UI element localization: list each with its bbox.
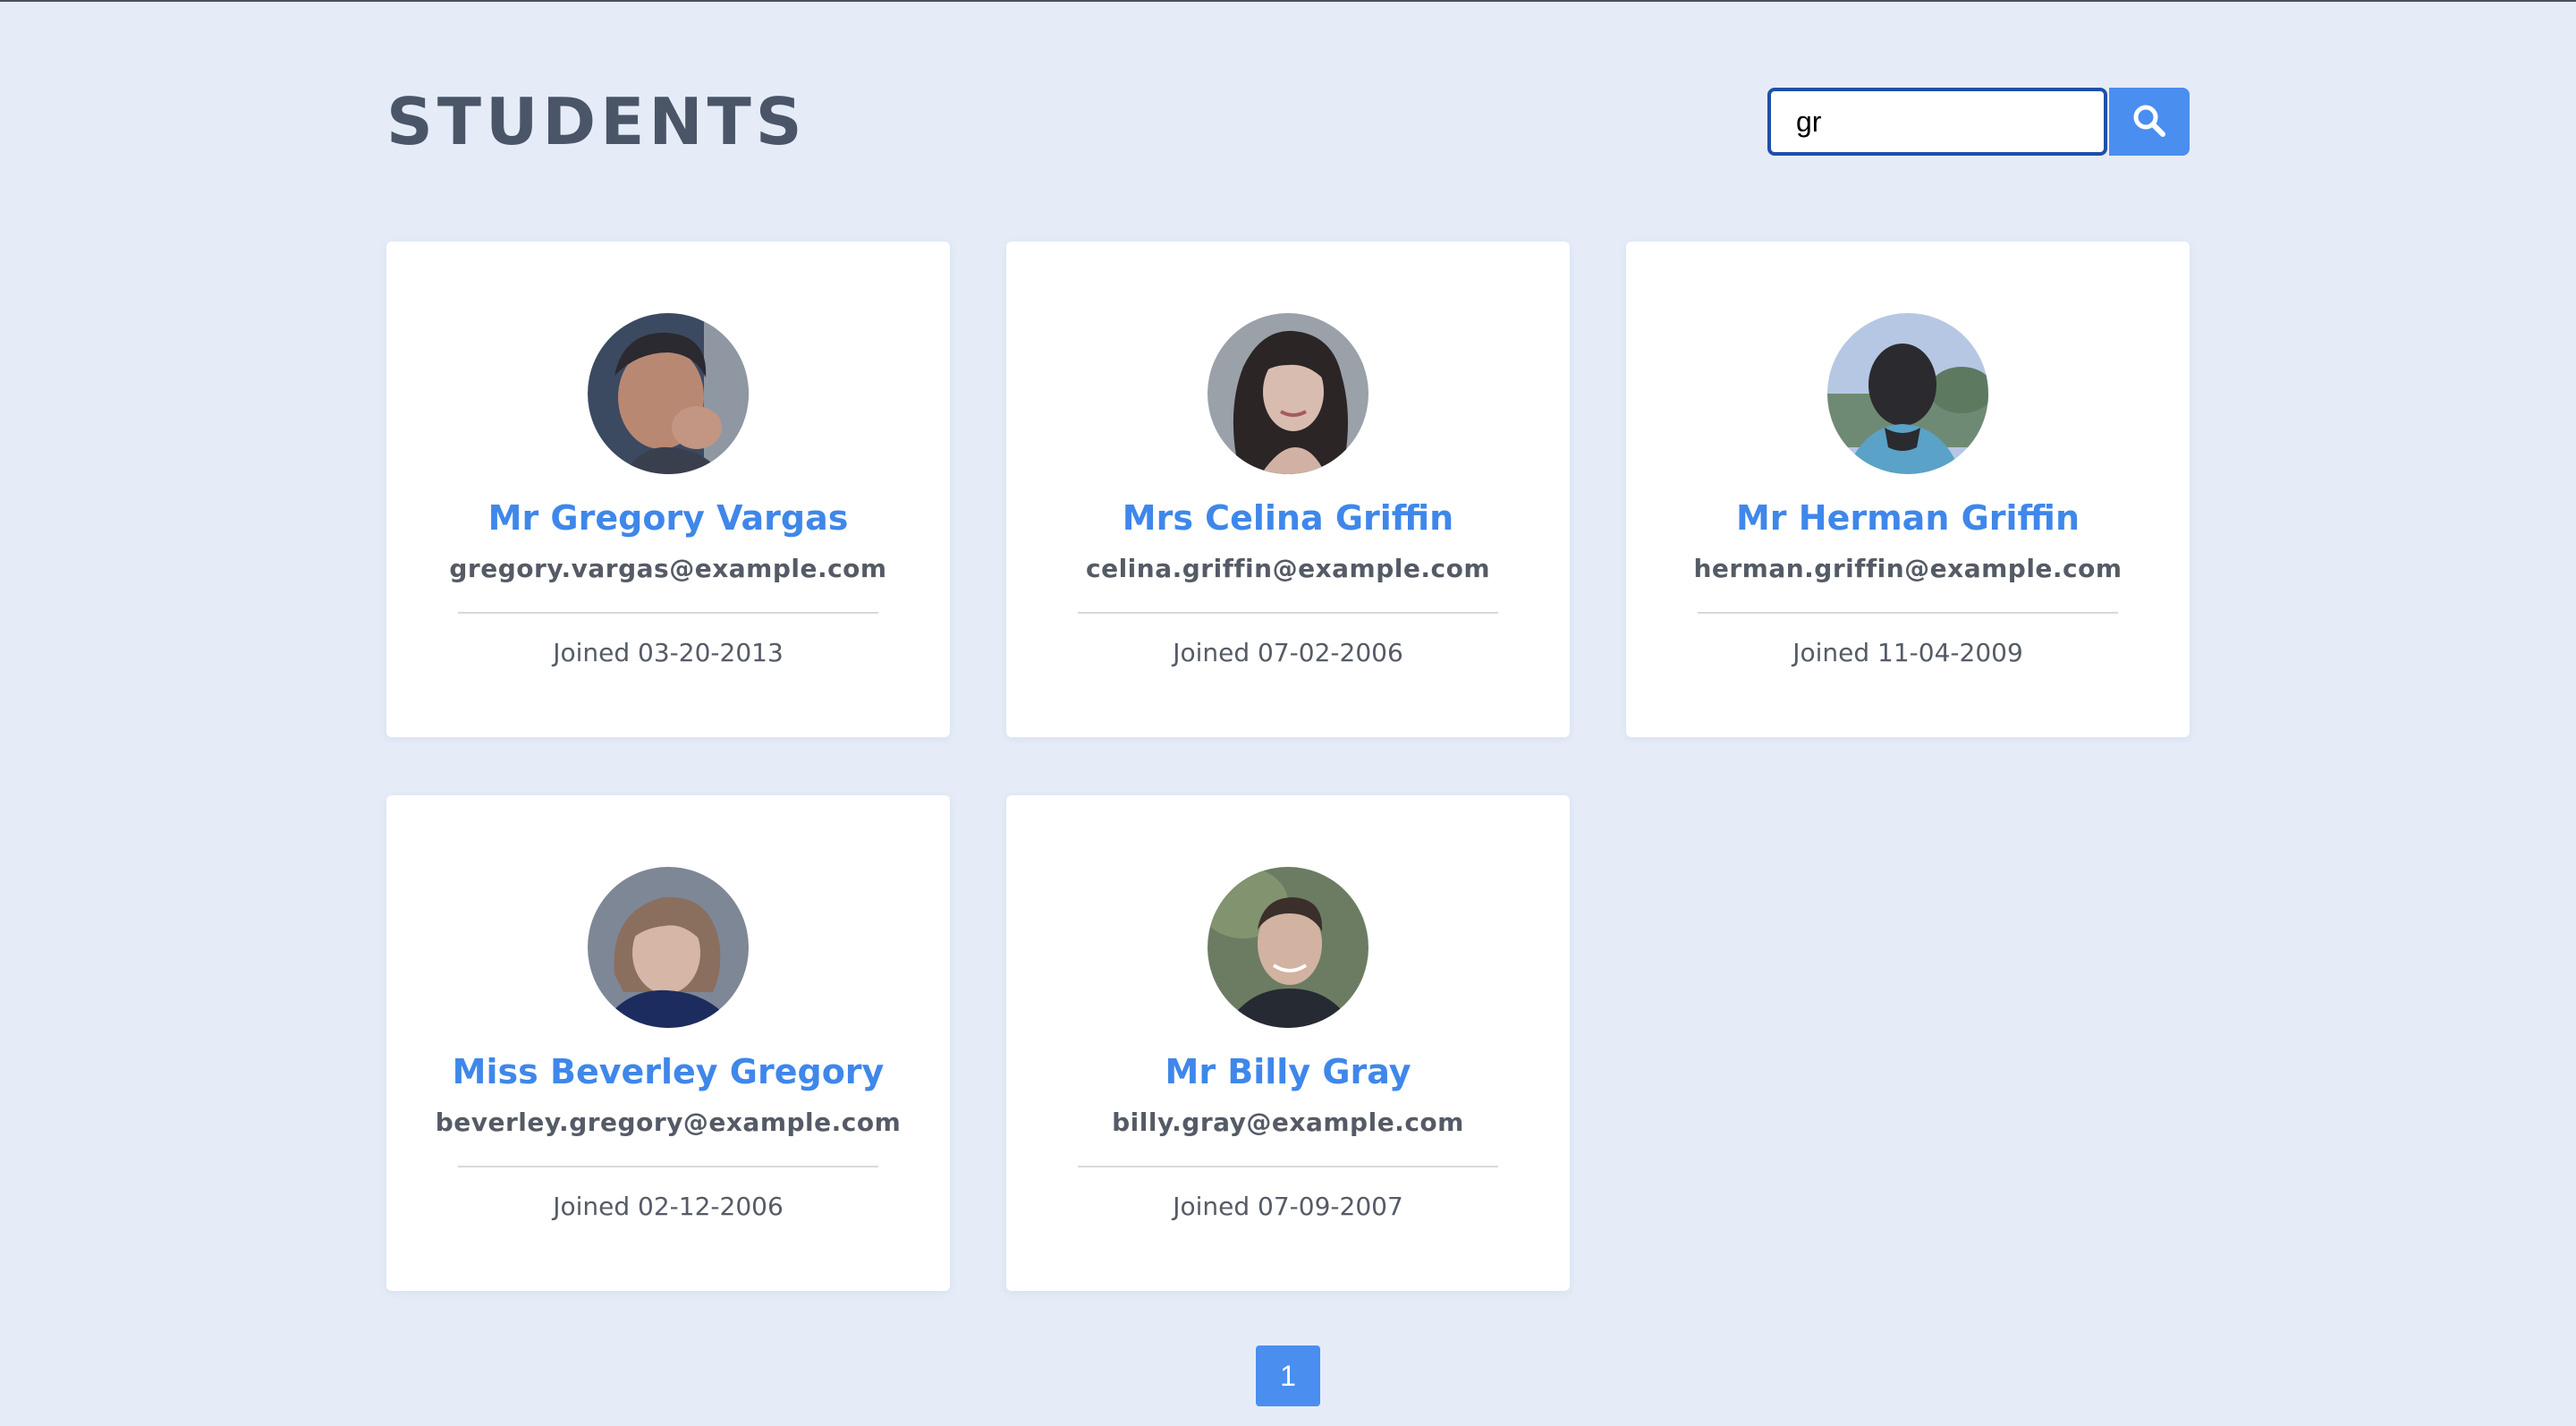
window-top-border bbox=[0, 0, 2576, 2]
pagination: 1 bbox=[1256, 1345, 1320, 1406]
card-divider bbox=[458, 612, 878, 614]
student-card: Mr Gregory Vargas gregory.vargas@example… bbox=[386, 242, 950, 737]
student-name[interactable]: Mr Herman Griffin bbox=[1635, 496, 2181, 540]
card-divider bbox=[1078, 1166, 1498, 1167]
student-email: billy.gray@example.com bbox=[1112, 1108, 1464, 1137]
student-card: Miss Beverley Gregory beverley.gregory@e… bbox=[386, 795, 950, 1291]
card-divider bbox=[1698, 612, 2118, 614]
card-divider bbox=[458, 1166, 878, 1167]
student-name[interactable]: Mrs Celina Griffin bbox=[1015, 496, 1561, 540]
avatar bbox=[588, 867, 749, 1028]
page-title: STUDENTS bbox=[386, 84, 807, 159]
avatar bbox=[1208, 313, 1368, 474]
student-email: beverley.gregory@example.com bbox=[435, 1108, 902, 1137]
joined-date: Joined 02-12-2006 bbox=[553, 1192, 784, 1221]
joined-date: Joined 07-02-2006 bbox=[1173, 638, 1403, 667]
avatar bbox=[1827, 313, 1988, 474]
joined-date: Joined 11-04-2009 bbox=[1792, 638, 2023, 667]
student-email: celina.griffin@example.com bbox=[1086, 554, 1490, 583]
page-1-button[interactable]: 1 bbox=[1256, 1345, 1320, 1406]
student-card: Mr Herman Griffin herman.griffin@example… bbox=[1626, 242, 2190, 737]
card-divider bbox=[1078, 612, 1498, 614]
student-card: Mr Billy Gray billy.gray@example.com Joi… bbox=[1006, 795, 1570, 1291]
search-icon bbox=[2131, 103, 2167, 141]
search-form bbox=[1767, 88, 2190, 156]
search-input[interactable] bbox=[1767, 88, 2107, 156]
student-card: Mrs Celina Griffin celina.griffin@exampl… bbox=[1006, 242, 1570, 737]
avatar bbox=[1208, 867, 1368, 1028]
joined-date: Joined 07-09-2007 bbox=[1173, 1192, 1403, 1221]
avatar bbox=[588, 313, 749, 474]
joined-date: Joined 03-20-2013 bbox=[553, 638, 784, 667]
student-name[interactable]: Mr Billy Gray bbox=[1015, 1049, 1561, 1094]
search-button[interactable] bbox=[2109, 88, 2190, 156]
student-name[interactable]: Miss Beverley Gregory bbox=[395, 1049, 941, 1094]
student-email: herman.griffin@example.com bbox=[1693, 554, 2123, 583]
student-email: gregory.vargas@example.com bbox=[449, 554, 887, 583]
student-name[interactable]: Mr Gregory Vargas bbox=[395, 496, 941, 540]
